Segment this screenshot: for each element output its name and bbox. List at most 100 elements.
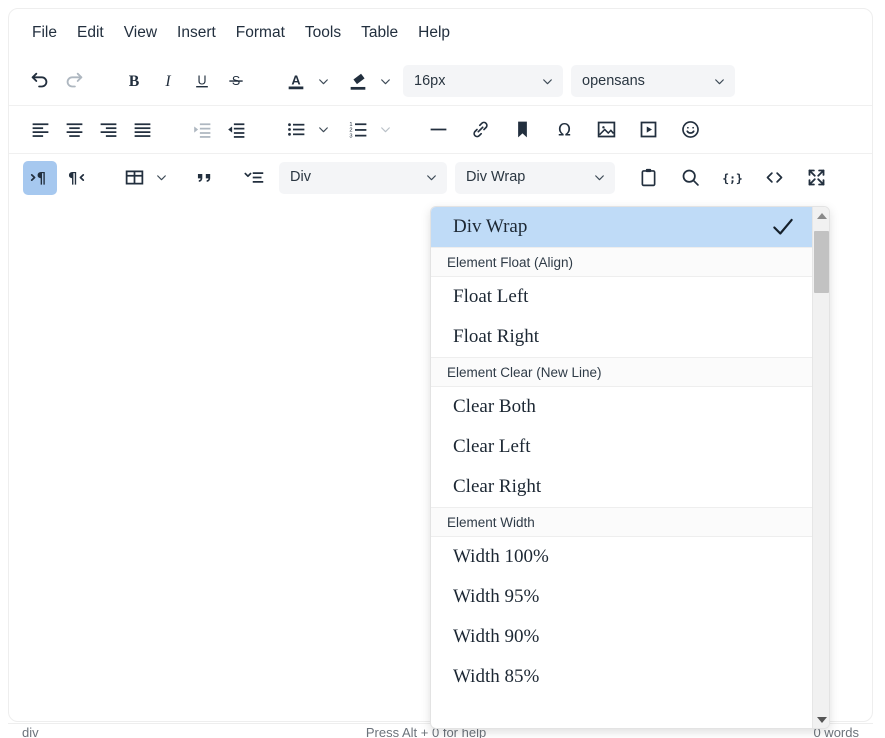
dropdown-item-clear-right[interactable]: Clear Right <box>431 467 812 507</box>
numbered-list-button[interactable]: 1 2 3 <box>341 113 375 147</box>
clipboard-paste-icon <box>638 167 659 188</box>
omega-special-character-icon: Ω <box>554 119 575 140</box>
undo-button[interactable] <box>23 64 57 98</box>
anchor-button[interactable] <box>505 113 539 147</box>
dropdown-group-label: Element Width <box>447 515 535 530</box>
ltr-direction-button[interactable]: ¶ <box>23 161 57 195</box>
align-right-button[interactable] <box>91 113 125 147</box>
horizontal-rule-button[interactable] <box>421 113 455 147</box>
dropdown-item-width-85[interactable]: Width 85% <box>431 657 812 697</box>
outdent-button[interactable] <box>185 113 219 147</box>
strikethrough-icon: S <box>226 71 246 91</box>
dropdown-item-clear-left[interactable]: Clear Left <box>431 427 812 467</box>
strikethrough-button[interactable]: S <box>219 64 253 98</box>
blockquote-button[interactable] <box>187 161 221 195</box>
font-family-select[interactable]: opensans <box>571 65 735 97</box>
image-icon <box>596 119 617 140</box>
link-icon <box>470 119 491 140</box>
insert-table-button[interactable] <box>117 161 151 195</box>
emoticons-button[interactable] <box>673 113 707 147</box>
code-sample-button[interactable]: {;} <box>715 161 749 195</box>
dropdown-item-div-wrap[interactable]: Div Wrap <box>431 207 812 247</box>
bold-button[interactable]: B <box>117 64 151 98</box>
bullet-list-dropdown[interactable] <box>313 113 333 147</box>
undo-icon <box>29 70 51 92</box>
element-path[interactable]: div <box>22 725 39 738</box>
rtl-direction-button[interactable]: ¶ <box>57 161 91 195</box>
menu-edit[interactable]: Edit <box>68 20 113 46</box>
highlight-color-button[interactable] <box>341 64 375 98</box>
text-color-button[interactable]: A <box>279 64 313 98</box>
svg-text:I: I <box>164 73 171 90</box>
dropdown-item-label: Float Right <box>453 326 539 348</box>
align-center-icon <box>64 119 85 140</box>
blockquote-icon <box>194 167 215 188</box>
chevron-down-icon <box>713 75 726 88</box>
chevron-down-icon <box>155 171 168 184</box>
indent-button[interactable] <box>219 113 253 147</box>
menu-view[interactable]: View <box>115 20 166 46</box>
dropdown-scrollbar[interactable] <box>812 207 829 728</box>
dropdown-group-label: Element Clear (New Line) <box>447 365 602 380</box>
menu-table[interactable]: Table <box>352 20 407 46</box>
ltr-direction-icon: ¶ <box>30 167 51 188</box>
source-code-button[interactable] <box>757 161 791 195</box>
div-wrap-value: Div Wrap <box>466 170 525 185</box>
line-height-button[interactable] <box>237 161 271 195</box>
align-justify-icon <box>132 119 153 140</box>
svg-text:3: 3 <box>349 133 352 139</box>
svg-text:¶: ¶ <box>36 169 45 187</box>
numbered-list-icon: 1 2 3 <box>348 119 369 140</box>
toolbar-row-blocks: ¶ ¶ <box>9 153 872 201</box>
italic-button[interactable]: I <box>151 64 185 98</box>
menu-format[interactable]: Format <box>227 20 294 46</box>
text-color-dropdown[interactable] <box>313 64 333 98</box>
menu-insert[interactable]: Insert <box>168 20 225 46</box>
underline-button[interactable]: U <box>185 64 219 98</box>
dropdown-item-label: Clear Both <box>453 396 536 418</box>
div-wrap-select[interactable]: Div Wrap <box>455 162 615 194</box>
dropdown-item-label: Width 95% <box>453 586 539 608</box>
menubar: File Edit View Insert Format Tools Table… <box>9 9 872 57</box>
highlight-color-dropdown[interactable] <box>375 64 395 98</box>
dropdown-item-width-100[interactable]: Width 100% <box>431 537 812 577</box>
numbered-list-dropdown[interactable] <box>375 113 395 147</box>
dropdown-item-label: Float Left <box>453 286 528 308</box>
search-replace-button[interactable] <box>673 161 707 195</box>
insert-image-button[interactable] <box>589 113 623 147</box>
table-dropdown[interactable] <box>151 161 171 195</box>
dropdown-item-width-90[interactable]: Width 90% <box>431 617 812 657</box>
insert-media-button[interactable] <box>631 113 665 147</box>
dropdown-item-label: Clear Left <box>453 436 531 458</box>
dropdown-item-float-left[interactable]: Float Left <box>431 277 812 317</box>
menu-tools[interactable]: Tools <box>296 20 350 46</box>
font-size-select[interactable]: 16px <box>403 65 563 97</box>
menu-file[interactable]: File <box>23 20 66 46</box>
scrollbar-thumb[interactable] <box>814 231 829 293</box>
block-format-value: Div <box>290 170 311 185</box>
insert-link-button[interactable] <box>463 113 497 147</box>
align-left-icon <box>30 119 51 140</box>
align-center-button[interactable] <box>57 113 91 147</box>
block-format-select[interactable]: Div <box>279 162 447 194</box>
scroll-down-button[interactable] <box>813 711 830 728</box>
paste-button[interactable] <box>631 161 665 195</box>
fullscreen-icon <box>806 167 827 188</box>
dropdown-item-clear-both[interactable]: Clear Both <box>431 387 812 427</box>
scroll-up-button[interactable] <box>813 207 830 224</box>
dropdown-item-float-right[interactable]: Float Right <box>431 317 812 357</box>
dropdown-group-element-float: Element Float (Align) <box>431 247 812 277</box>
align-left-button[interactable] <box>23 113 57 147</box>
fullscreen-button[interactable] <box>799 161 833 195</box>
redo-button[interactable] <box>57 64 91 98</box>
bullet-list-button[interactable] <box>279 113 313 147</box>
chevron-down-icon <box>379 123 392 136</box>
special-character-button[interactable]: Ω <box>547 113 581 147</box>
align-justify-button[interactable] <box>125 113 159 147</box>
search-icon <box>680 167 701 188</box>
text-color-icon: A <box>285 70 307 92</box>
chevron-down-icon <box>593 171 606 184</box>
dropdown-item-width-95[interactable]: Width 95% <box>431 577 812 617</box>
menu-help[interactable]: Help <box>409 20 459 46</box>
bullet-list-icon <box>286 119 307 140</box>
